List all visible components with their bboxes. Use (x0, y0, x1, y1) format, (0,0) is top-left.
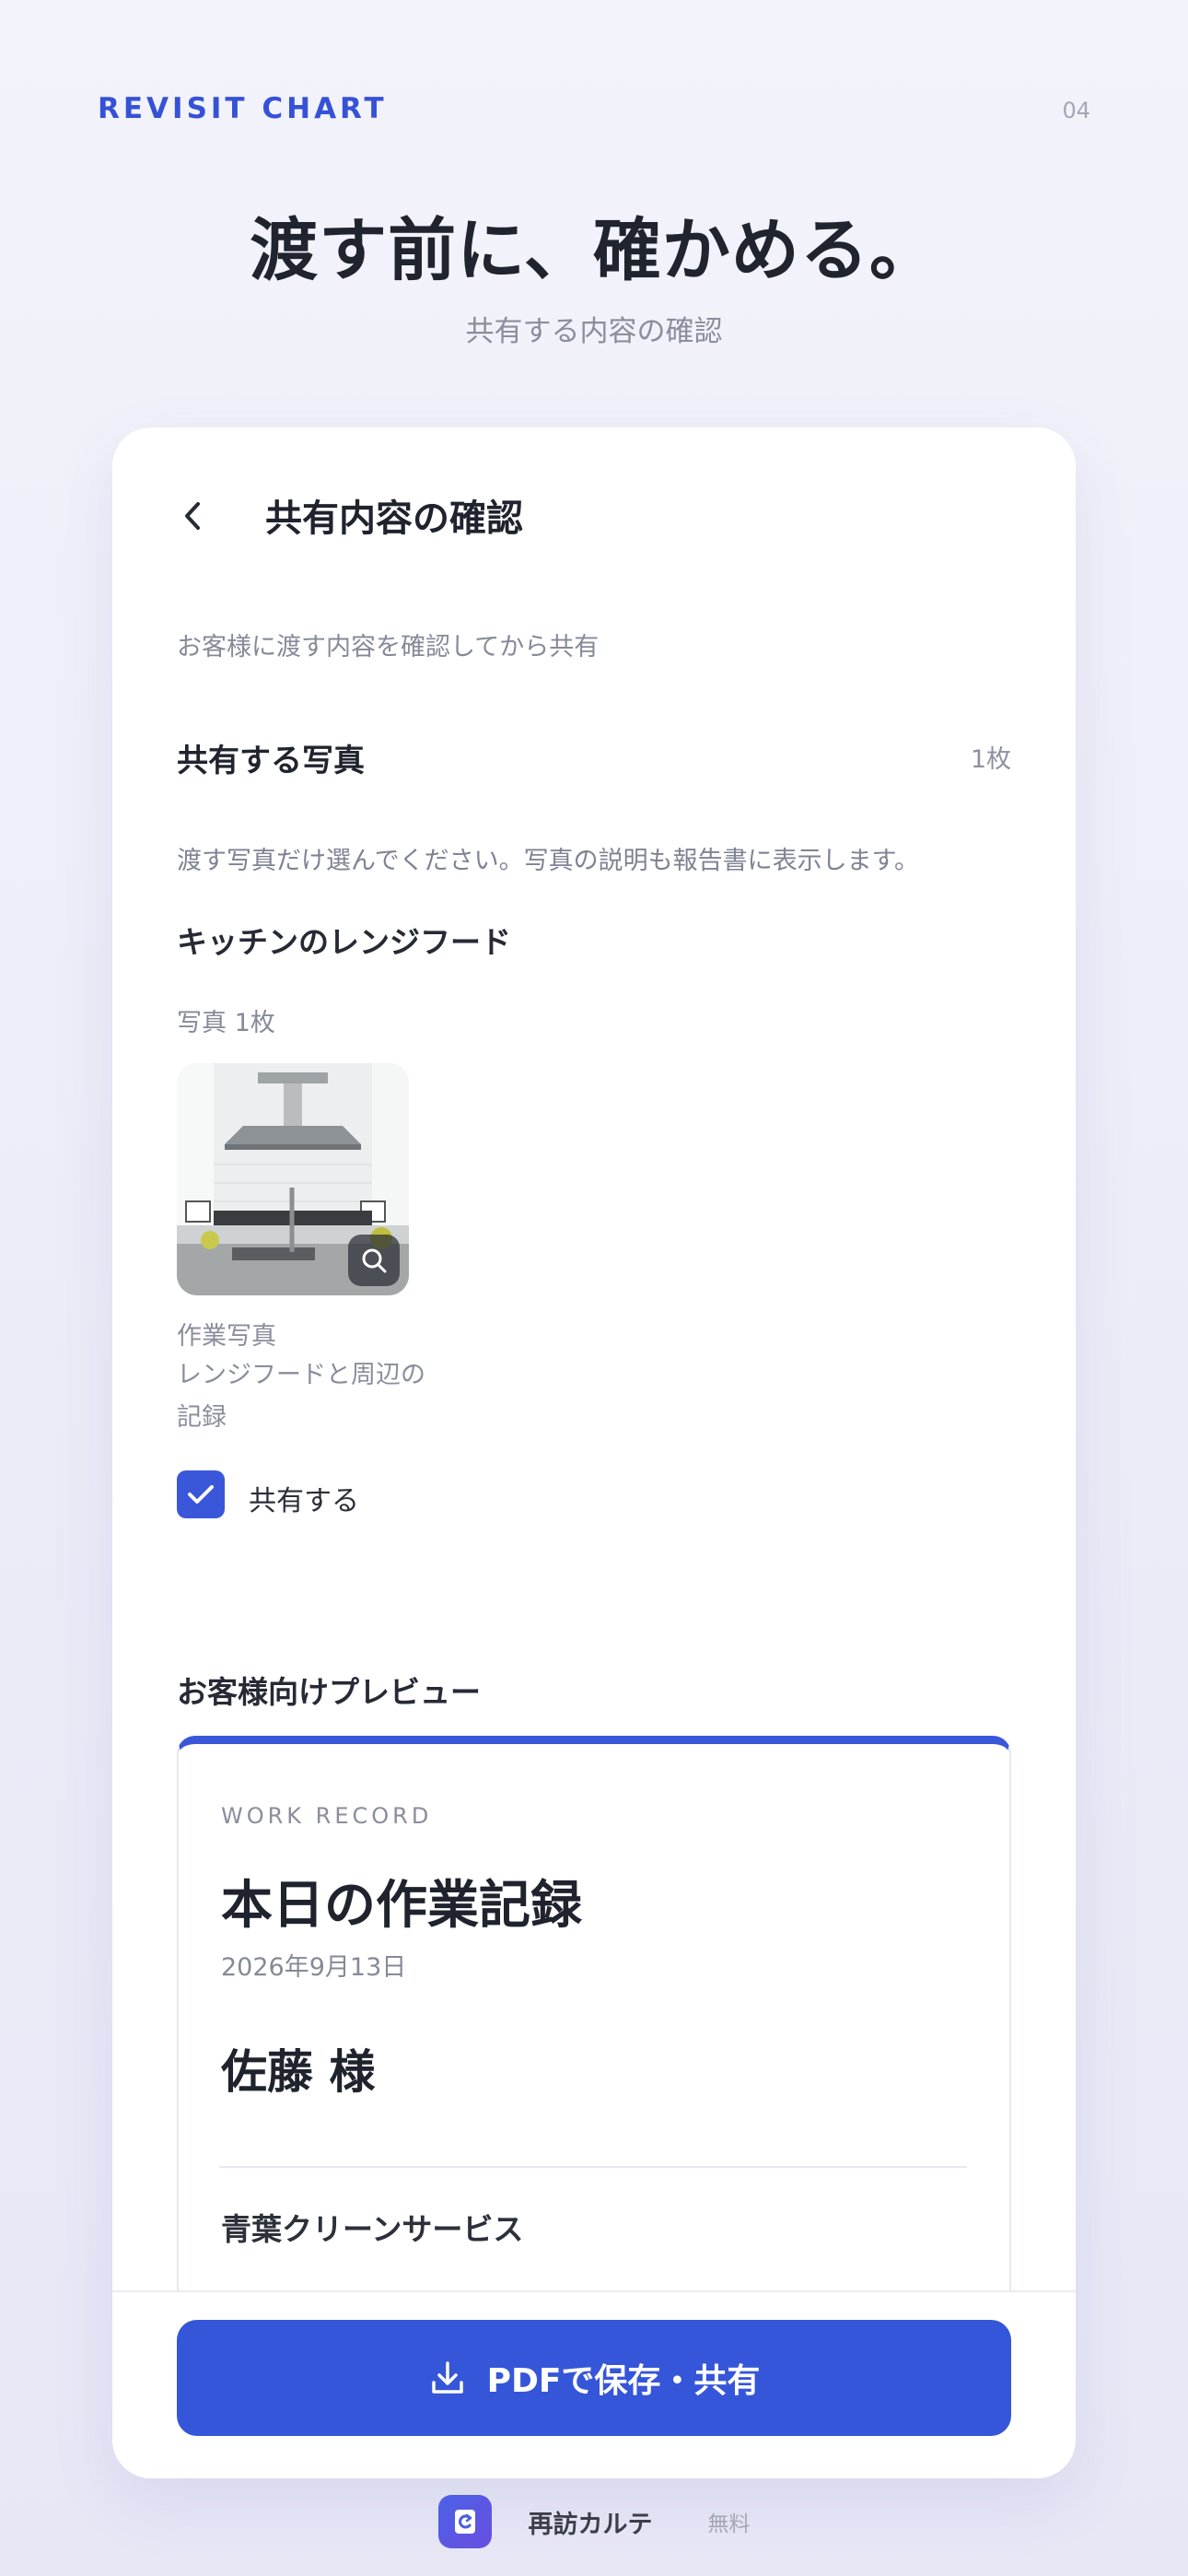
intro-text: お客様に渡す内容を確認してから共有 (177, 633, 600, 662)
preview-date: 2026年9月13日 (221, 1953, 407, 1982)
app-name: 再訪カルテ (528, 2510, 653, 2539)
app-icon (437, 2495, 492, 2548)
app-price: 無料 (707, 2512, 751, 2536)
preview-divider (219, 2166, 967, 2168)
photo-group-count: 写真 1枚 (177, 1009, 275, 1037)
preview-card: WORK RECORD 本日の作業記録 2026年9月13日 佐藤 様 青葉クリ… (177, 1736, 1011, 2381)
chevron-left-icon (185, 502, 200, 530)
pdf-button-label: PDFで保存・共有 (486, 2362, 761, 2400)
back-button[interactable] (169, 492, 217, 540)
photos-hint: 渡す写真だけ選んでください。写真の説明も報告書に表示します。 (177, 847, 919, 875)
preview-record-title: 本日の作業記録 (221, 1876, 582, 1936)
headline: 渡す前に、確かめる。 (250, 211, 938, 290)
preview-section-title: お客様向けプレビュー (177, 1674, 481, 1710)
checkmark-icon (188, 1485, 214, 1504)
phone-screen: 共有内容の確認 お客様に渡す内容を確認してから共有 共有する写真 1枚 渡す写真… (112, 427, 1076, 2478)
page-number: 04 (1062, 98, 1090, 123)
magnifier-icon (362, 1248, 387, 1273)
photo-thumbnail[interactable] (177, 1063, 409, 1295)
share-checkbox[interactable] (177, 1470, 225, 1518)
zoom-button[interactable] (348, 1235, 400, 1286)
preview-company-name: 青葉クリーンサービス (221, 2211, 524, 2247)
photos-count: 1枚 (970, 745, 1011, 774)
app-footer: 再訪カルテ 無料 (0, 2495, 1188, 2548)
subheadline: 共有する内容の確認 (465, 315, 723, 348)
preview-eyebrow: WORK RECORD (221, 1803, 433, 1829)
preview-customer-name: 佐藤 様 (221, 2045, 376, 2099)
refresh-document-icon (454, 2510, 475, 2534)
pdf-save-share-button[interactable]: PDFで保存・共有 (177, 2320, 1011, 2436)
screen-title: 共有内容の確認 (265, 498, 523, 540)
download-icon (431, 2361, 463, 2394)
photo-kind: 作業写真 (177, 1322, 276, 1351)
photo-description: レンジフードと周辺の記録 (177, 1361, 425, 1432)
brand-label: REVISIT CHART (98, 92, 388, 125)
share-label[interactable]: 共有する (249, 1478, 359, 1518)
photos-section-title: 共有する写真 (177, 743, 365, 779)
photo-group-title: キッチンのレンジフード (177, 924, 511, 960)
